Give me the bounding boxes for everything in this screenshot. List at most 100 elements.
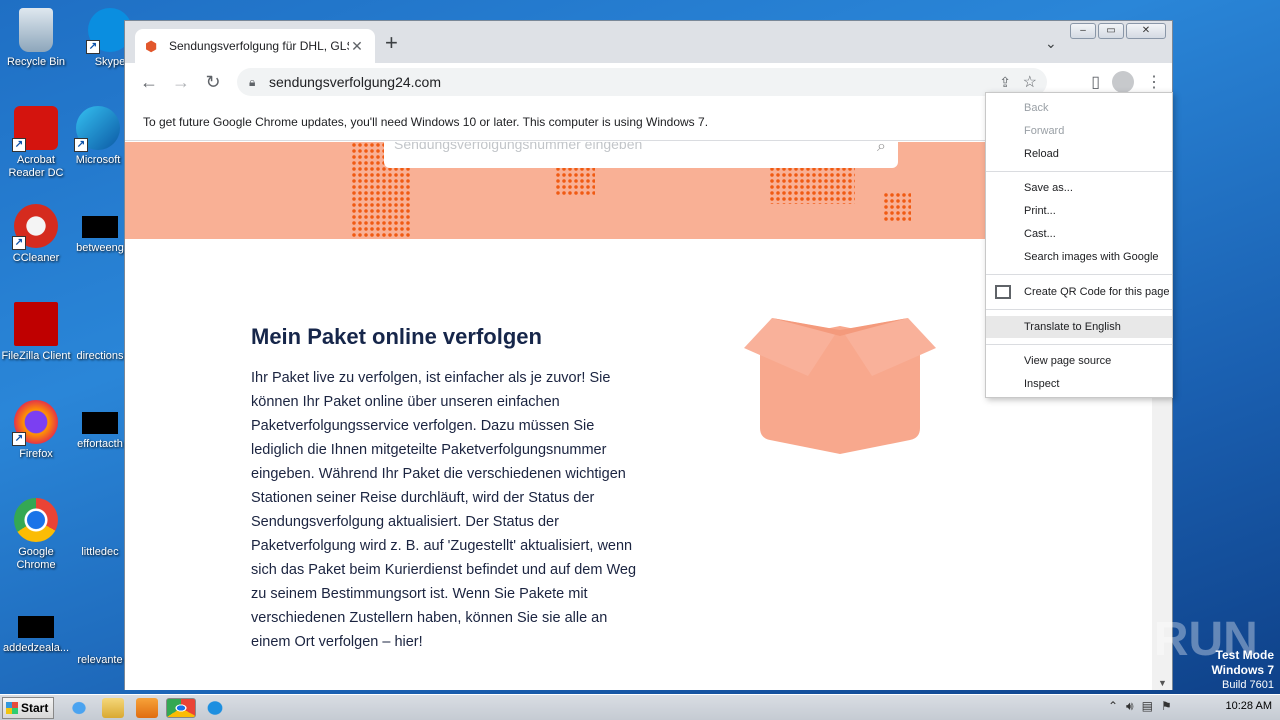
browser-tab[interactable]: ⬢ Sendungsverfolgung für DHL, GLS, U ✕ xyxy=(135,29,375,63)
intro-paragraph: Ihr Paket live zu verfolgen, ist einfach… xyxy=(251,370,637,650)
menu-item-view-source[interactable]: View page source xyxy=(986,350,1172,372)
new-tab-icon[interactable]: + xyxy=(385,32,398,54)
tab-strip: ⬢ Sendungsverfolgung für DHL, GLS, U ✕ +… xyxy=(125,21,1172,63)
desktop-icon-label: CCleaner xyxy=(12,252,60,264)
shortcut-arrow-icon: ↗ xyxy=(12,236,26,250)
menu-item-print[interactable]: Print... xyxy=(986,200,1172,222)
file-icon xyxy=(78,606,122,650)
clock[interactable]: 10:28 AM xyxy=(1226,700,1272,712)
url-text: sendungsverfolgung24.com xyxy=(269,74,442,90)
address-bar[interactable]: 🔒︎ sendungsverfolgung24.com ⇪ ☆ xyxy=(237,68,1047,96)
tracking-search-input[interactable]: Sendungsverfolgungsnummer eingeben ⌕ xyxy=(384,142,898,168)
menu-divider xyxy=(986,309,1172,310)
desktop-icon-label: effortacth xyxy=(77,438,123,450)
menu-item-translate[interactable]: Translate to English xyxy=(986,316,1172,338)
edge-taskbar-icon[interactable] xyxy=(204,698,226,718)
site-favicon-icon: ⬢ xyxy=(145,38,158,54)
file-icon xyxy=(82,412,118,434)
profile-avatar-icon[interactable] xyxy=(1112,71,1134,93)
toolbar-right: ▯ ⋮ xyxy=(1091,71,1162,93)
menu-item-reload[interactable]: Reload xyxy=(986,143,1172,165)
search-icon[interactable]: ⌕ xyxy=(877,142,886,156)
menu-divider xyxy=(986,171,1172,172)
menu-item-back[interactable]: Back xyxy=(986,97,1172,119)
side-panel-icon[interactable]: ▯ xyxy=(1091,72,1100,92)
windows-flag-icon xyxy=(6,702,18,714)
acrobat-icon: ↗ xyxy=(12,106,58,152)
menu-item-search-images[interactable]: Search images with Google xyxy=(986,246,1172,268)
desktop-icon-label: FileZilla Client xyxy=(1,350,71,362)
close-window-icon[interactable]: ✕ xyxy=(1126,23,1166,39)
reload-icon[interactable]: ↻ xyxy=(197,72,229,93)
lock-icon: 🔒︎ xyxy=(249,74,256,89)
scroll-down-icon[interactable]: ▼ xyxy=(1158,678,1167,688)
system-tray-icons[interactable]: ⌃🔊︎▤⚑ xyxy=(1108,699,1180,714)
desktop-icon-label: addedzeala... xyxy=(2,642,70,654)
file-icon xyxy=(18,616,54,638)
desktop-icon-label: betweeng xyxy=(76,242,124,254)
maximize-icon[interactable]: ▭ xyxy=(1098,23,1124,39)
close-tab-icon[interactable]: ✕ xyxy=(349,38,365,55)
forward-arrow-icon[interactable]: → xyxy=(165,72,197,93)
share-icon[interactable]: ⇪ xyxy=(999,74,1011,91)
taskbar: Start ⌃🔊︎▤⚑ 10:28 AM xyxy=(0,694,1280,720)
menu-item-label: Cast... xyxy=(1024,228,1056,240)
file-icon xyxy=(82,216,118,238)
recycle-bin-icon xyxy=(19,8,53,52)
menu-kebab-icon[interactable]: ⋮ xyxy=(1146,72,1162,92)
file-icon xyxy=(78,498,122,542)
firefox-icon: ↗ xyxy=(12,400,58,446)
menu-item-label: Back xyxy=(1024,102,1049,114)
ie-taskbar-icon[interactable] xyxy=(68,698,90,718)
minimize-icon[interactable]: – xyxy=(1070,23,1096,39)
bookmark-star-icon[interactable]: ☆ xyxy=(1023,72,1037,92)
start-button[interactable]: Start xyxy=(2,697,54,719)
tab-title: Sendungsverfolgung für DHL, GLS, U xyxy=(169,39,349,53)
desktop-icon-firefox[interactable]: ↗ Firefox xyxy=(0,400,72,461)
desktop-icon-filezilla[interactable]: FileZilla Client xyxy=(0,302,72,363)
desktop-icon-label: Recycle Bin xyxy=(6,56,66,68)
menu-item-label: Inspect xyxy=(1024,378,1060,390)
desktop-icon-label: Skype xyxy=(94,56,126,68)
shortcut-arrow-icon: ↗ xyxy=(74,138,88,152)
desktop-icon-chrome[interactable]: Google Chrome xyxy=(0,498,72,572)
desktop-icon-label: Firefox xyxy=(19,448,53,460)
explorer-taskbar-icon[interactable] xyxy=(102,698,124,718)
start-label: Start xyxy=(21,701,49,715)
menu-divider xyxy=(986,344,1172,345)
back-arrow-icon[interactable]: ← xyxy=(133,72,165,93)
chrome-icon xyxy=(14,498,58,542)
menu-item-cast[interactable]: Cast... xyxy=(986,223,1172,245)
window-controls: – ▭ ✕ xyxy=(1070,23,1166,39)
shortcut-arrow-icon: ↗ xyxy=(12,432,26,446)
chrome-taskbar-icon[interactable] xyxy=(166,698,196,718)
menu-item-save-as[interactable]: Save as... xyxy=(986,177,1172,199)
menu-item-label: Forward xyxy=(1024,125,1065,137)
menu-item-label: Create QR Code for this page xyxy=(1024,286,1170,298)
desktop-icon-label: Google Chrome xyxy=(16,546,56,571)
build-label: Build 7601 xyxy=(1222,679,1274,691)
desktop-icon-recycle-bin[interactable]: Recycle Bin xyxy=(0,8,72,69)
tab-search-chevron-icon[interactable]: ⌄ xyxy=(1045,35,1057,52)
desktop-icon-addedzeala[interactable]: addedzeala... xyxy=(0,606,72,655)
edge-icon: ↗ xyxy=(74,106,120,152)
package-box-illustration xyxy=(744,318,936,454)
menu-item-label: View page source xyxy=(1024,355,1112,367)
page-heading: Mein Paket online verfolgen xyxy=(251,324,542,349)
shortcut-arrow-icon: ↗ xyxy=(86,40,100,54)
menu-item-label: Translate to English xyxy=(1024,321,1121,333)
desktop-icon-ccleaner[interactable]: ↗ CCleaner xyxy=(0,204,72,265)
menu-item-qr-code[interactable]: Create QR Code for this page xyxy=(986,281,1172,303)
menu-divider xyxy=(986,274,1172,275)
desktop-icon-label: relevante xyxy=(77,654,123,666)
menu-item-inspect[interactable]: Inspect xyxy=(986,373,1172,395)
infobar-text: To get future Google Chrome updates, you… xyxy=(143,115,709,129)
menu-item-label: Print... xyxy=(1024,205,1056,217)
menu-item-forward[interactable]: Forward xyxy=(986,120,1172,142)
menu-item-label: Reload xyxy=(1024,148,1059,160)
file-icon xyxy=(78,302,122,346)
desktop-icon-label: directions xyxy=(76,350,124,362)
filezilla-icon xyxy=(14,302,58,346)
qr-code-icon xyxy=(995,285,1011,299)
media-player-taskbar-icon[interactable] xyxy=(136,698,158,718)
